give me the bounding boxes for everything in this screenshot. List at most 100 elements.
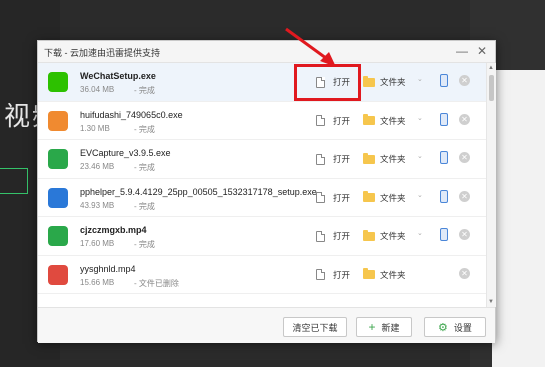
scroll-down-icon[interactable]: ▼ bbox=[488, 299, 494, 305]
open-folder-button[interactable]: 文件夹 bbox=[363, 74, 406, 90]
document-icon bbox=[316, 269, 325, 280]
delete-icon[interactable]: ✕ bbox=[459, 152, 470, 163]
background-sketch-image bbox=[492, 70, 545, 367]
download-row[interactable]: pphelper_5.9.4.4129_25pp_00505_153231717… bbox=[38, 179, 486, 217]
open-folder-button[interactable]: 文件夹 bbox=[363, 151, 406, 167]
send-to-phone-icon[interactable] bbox=[440, 74, 448, 87]
file-status: - 完成 bbox=[134, 124, 155, 134]
send-to-phone-icon[interactable] bbox=[440, 228, 448, 241]
chevron-down-icon[interactable]: ⌄ bbox=[417, 152, 423, 160]
open-label: 打开 bbox=[333, 231, 351, 241]
open-label: 打开 bbox=[333, 154, 351, 164]
dialog-title: 下载 - 云加速由迅雷提供支持 bbox=[44, 48, 160, 58]
file-name: EVCapture_v3.9.5.exe bbox=[80, 148, 171, 158]
download-row[interactable]: cjzczmgxb.mp4 17.60 MB - 完成 打开 文件夹 ⌄ ✕ bbox=[38, 217, 486, 256]
clear-downloaded-label: 清空已下载 bbox=[292, 322, 338, 333]
open-folder-button[interactable]: 文件夹 bbox=[363, 113, 406, 129]
pp-icon bbox=[48, 187, 68, 208]
open-file-button[interactable]: 打开 bbox=[316, 190, 350, 206]
new-download-label: 新建 bbox=[381, 322, 400, 333]
clear-downloaded-button[interactable]: 清空已下载 bbox=[283, 317, 347, 337]
folder-icon bbox=[363, 191, 375, 202]
file-status: - 完成 bbox=[134, 86, 155, 95]
send-to-phone-icon[interactable] bbox=[440, 151, 448, 164]
video-icon bbox=[48, 226, 68, 246]
folder-label: 文件夹 bbox=[380, 231, 406, 241]
document-icon bbox=[316, 230, 325, 242]
delete-icon[interactable]: ✕ bbox=[459, 190, 470, 202]
settings-button[interactable]: ⚙ 设置 bbox=[424, 317, 486, 337]
file-size: 17.60 MB bbox=[80, 239, 115, 248]
file-size: 36.04 MB bbox=[80, 85, 115, 94]
document-icon bbox=[316, 115, 325, 126]
file-name: pphelper_5.9.4.4129_25pp_00505_153231717… bbox=[80, 186, 317, 197]
error-file-icon bbox=[48, 264, 68, 285]
file-name: yysghnld.mp4 bbox=[80, 263, 136, 274]
dialog-footer: 清空已下载 + 新建 ⚙ 设置 bbox=[38, 307, 495, 343]
send-to-phone-icon[interactable] bbox=[440, 189, 448, 203]
file-status: - 完成 bbox=[134, 201, 155, 211]
open-folder-button[interactable]: 文件夹 bbox=[363, 267, 406, 283]
open-label: 打开 bbox=[333, 269, 351, 280]
open-file-button[interactable]: 打开 bbox=[316, 113, 350, 129]
background-green-box bbox=[0, 168, 28, 194]
minimize-button[interactable]: — bbox=[454, 43, 470, 59]
chevron-down-icon[interactable]: ⌄ bbox=[417, 75, 423, 83]
folder-label: 文件夹 bbox=[380, 192, 406, 203]
title-bar: 下载 - 云加速由迅雷提供支持 — ✕ bbox=[38, 41, 495, 63]
close-button[interactable]: ✕ bbox=[474, 43, 490, 59]
open-folder-button[interactable]: 文件夹 bbox=[363, 228, 406, 244]
file-name: WeChatSetup.exe bbox=[80, 71, 156, 81]
scroll-thumb[interactable] bbox=[489, 75, 494, 101]
download-row[interactable]: huifudashi_749065c0.exe 1.30 MB - 完成 打开 … bbox=[38, 102, 486, 140]
file-status: - 完成 bbox=[134, 240, 155, 249]
folder-icon bbox=[363, 268, 375, 279]
plus-icon: + bbox=[368, 320, 376, 334]
delete-icon[interactable]: ✕ bbox=[459, 75, 470, 86]
folder-label: 文件夹 bbox=[380, 269, 406, 280]
chevron-down-icon[interactable]: ⌄ bbox=[417, 229, 423, 237]
download-list: WeChatSetup.exe 36.04 MB - 完成 打开 文件夹 ⌄ ✕… bbox=[38, 63, 486, 307]
open-folder-button[interactable]: 文件夹 bbox=[363, 190, 406, 206]
chevron-down-icon[interactable]: ⌄ bbox=[417, 191, 423, 199]
folder-label: 文件夹 bbox=[380, 115, 406, 126]
file-size: 1.30 MB bbox=[80, 123, 110, 133]
chevron-down-icon[interactable]: ⌄ bbox=[417, 114, 423, 122]
delete-icon[interactable]: ✕ bbox=[459, 229, 470, 240]
wechat-icon bbox=[48, 72, 68, 92]
folder-icon bbox=[363, 114, 375, 125]
send-to-phone-icon[interactable] bbox=[440, 112, 448, 126]
gear-icon: ⚙ bbox=[438, 321, 448, 334]
evcapture-icon bbox=[48, 149, 68, 169]
file-name: cjzczmgxb.mp4 bbox=[80, 225, 147, 235]
folder-label: 文件夹 bbox=[380, 154, 406, 164]
new-download-button[interactable]: + 新建 bbox=[356, 317, 412, 337]
scrollbar[interactable]: ▲ ▼ bbox=[486, 63, 496, 307]
open-file-button[interactable]: 打开 bbox=[316, 267, 350, 283]
file-status: - 文件已删除 bbox=[134, 278, 179, 288]
download-row[interactable]: EVCapture_v3.9.5.exe 23.46 MB - 完成 打开 文件… bbox=[38, 140, 486, 179]
recovery-icon bbox=[48, 110, 68, 131]
open-file-button[interactable]: 打开 bbox=[316, 228, 350, 244]
file-size: 23.46 MB bbox=[80, 162, 115, 171]
delete-icon[interactable]: ✕ bbox=[459, 267, 470, 279]
folder-icon bbox=[363, 75, 375, 87]
document-icon bbox=[316, 192, 325, 203]
file-size: 15.66 MB bbox=[80, 277, 115, 287]
delete-icon[interactable]: ✕ bbox=[459, 113, 470, 125]
folder-label: 文件夹 bbox=[380, 77, 406, 87]
open-label: 打开 bbox=[333, 192, 351, 203]
document-icon bbox=[316, 153, 325, 165]
scroll-up-icon[interactable]: ▲ bbox=[488, 65, 494, 71]
file-status: - 完成 bbox=[134, 163, 155, 172]
open-label: 打开 bbox=[333, 115, 351, 126]
file-size: 43.93 MB bbox=[80, 200, 115, 210]
download-dialog: 下载 - 云加速由迅雷提供支持 — ✕ WeChatSetup.exe 36.0… bbox=[37, 40, 496, 343]
download-row[interactable]: yysghnld.mp4 15.66 MB - 文件已删除 打开 文件夹 ✕ bbox=[38, 256, 486, 294]
open-file-button[interactable]: 打开 bbox=[316, 151, 350, 167]
settings-label: 设置 bbox=[453, 322, 472, 333]
folder-icon bbox=[363, 152, 375, 164]
annotation-arrow-icon bbox=[285, 27, 336, 67]
file-name: huifudashi_749065c0.exe bbox=[80, 109, 183, 120]
download-row[interactable]: WeChatSetup.exe 36.04 MB - 完成 打开 文件夹 ⌄ ✕ bbox=[38, 63, 486, 102]
